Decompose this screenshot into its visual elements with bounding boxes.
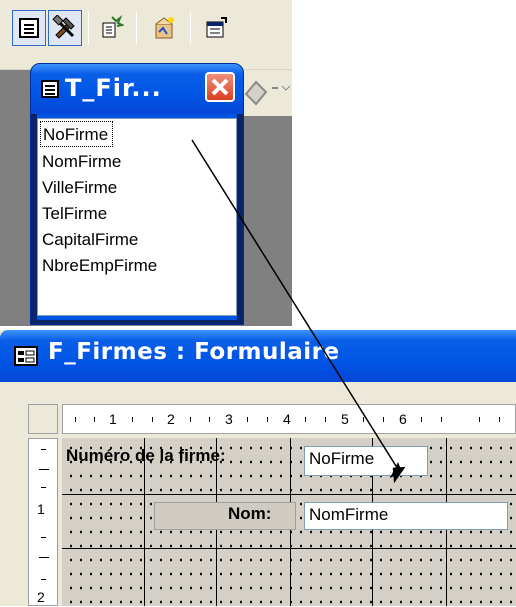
drag-arrow (191, 139, 406, 484)
